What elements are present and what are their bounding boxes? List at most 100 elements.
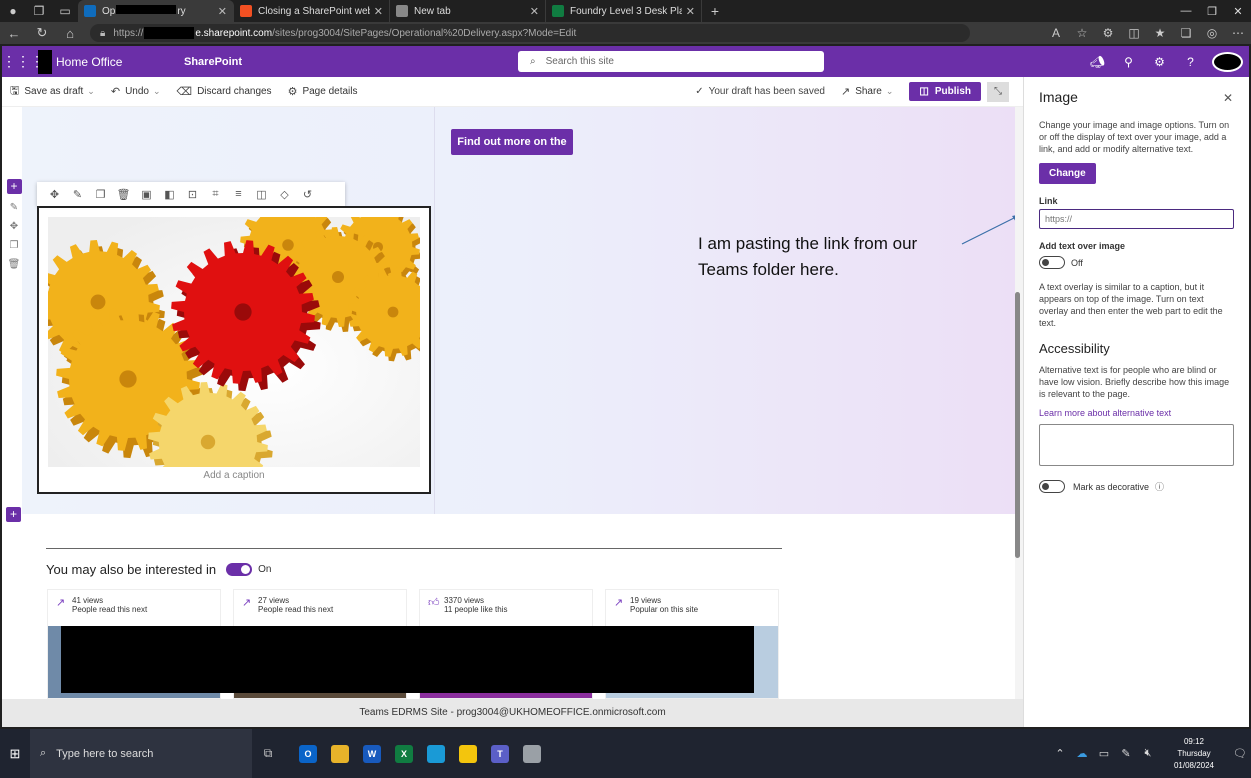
duplicate-section-icon[interactable]: ❐ <box>10 240 19 251</box>
url-field[interactable]: 🔒︎ https:// e.sharepoint.com/sites/prog30… <box>90 24 970 42</box>
more-icon[interactable]: ⋯ <box>1225 26 1251 40</box>
home-icon[interactable]: ⌂ <box>56 26 84 41</box>
close-tab-icon[interactable]: ✕ <box>374 5 383 18</box>
scroll-thumb[interactable] <box>1015 292 1020 558</box>
app-launcher-icon[interactable]: ⋮⋮⋮ <box>2 53 44 70</box>
trending-icon: ↗ <box>242 597 252 609</box>
snipping-app-icon[interactable] <box>516 729 548 778</box>
link-input[interactable] <box>1039 209 1234 229</box>
learn-more-link[interactable]: Learn more about alternative text <box>1039 408 1234 418</box>
split-screen-icon[interactable]: ◫ <box>1121 26 1147 40</box>
profile-icon[interactable]: ● <box>0 0 26 22</box>
save-draft-button[interactable]: 🖫︎ Save as draft ⌄ <box>2 82 103 101</box>
sharepoint-link[interactable]: SharePoint <box>184 56 242 68</box>
read-aloud-icon[interactable]: A <box>1043 26 1069 40</box>
tab-actions-icon[interactable]: ▭ <box>52 0 78 22</box>
close-icon[interactable]: ✕ <box>1223 91 1233 105</box>
copilot-icon[interactable]: ◎ <box>1199 26 1225 40</box>
workspaces-icon[interactable]: ❐ <box>26 0 52 22</box>
avatar[interactable] <box>1212 51 1243 72</box>
org-logo[interactable] <box>38 49 52 74</box>
refresh-icon[interactable]: ↻ <box>28 25 56 41</box>
shapes-icon[interactable]: ◇ <box>273 188 296 201</box>
close-tab-icon[interactable]: ✕ <box>530 5 539 18</box>
close-tab-icon[interactable]: ✕ <box>686 5 695 18</box>
add-section-button[interactable]: + <box>6 507 21 522</box>
align-icon[interactable]: ≡ <box>227 188 250 200</box>
battery-icon[interactable]: ▭ <box>1093 747 1115 760</box>
favorite-star-icon[interactable]: ☆ <box>1069 26 1095 40</box>
alt-text-field[interactable] <box>1039 424 1234 466</box>
close-window-icon[interactable]: ✕ <box>1225 5 1251 18</box>
tab-desk-planner[interactable]: Foundry Level 3 Desk Planner.xls ✕ <box>546 0 702 22</box>
tab-new-tab[interactable]: New tab ✕ <box>390 0 546 22</box>
notifications-icon[interactable]: 🗨︎ <box>1229 747 1251 760</box>
publish-button[interactable]: ◫ Publish <box>909 82 981 101</box>
network-icon[interactable]: ⚲ <box>1113 55 1144 69</box>
org-name[interactable]: Home Office <box>56 55 176 69</box>
chevron-up-icon[interactable]: ⌃ <box>1049 747 1071 760</box>
overlay-toggle[interactable] <box>1039 256 1065 269</box>
image-webpart[interactable]: Add a caption <box>37 206 431 494</box>
delete-icon[interactable]: 🗑︎ <box>112 188 135 201</box>
extensions-icon[interactable]: ⚙ <box>1095 26 1121 40</box>
chevron-down-icon[interactable]: ⌄ <box>153 86 161 97</box>
onedrive-icon[interactable]: ☁ <box>1071 747 1093 760</box>
taskbar-search-input[interactable]: ⌕ Type here to search <box>30 729 252 778</box>
duplicate-icon[interactable]: ❐ <box>89 188 112 201</box>
chevron-down-icon[interactable]: ⌄ <box>87 86 95 97</box>
volume-muted-icon[interactable]: 🔇︎ <box>1137 747 1159 760</box>
word-app-icon[interactable]: W <box>356 729 388 778</box>
back-icon[interactable]: ← <box>0 26 28 41</box>
restore-icon[interactable]: ❐ <box>1199 5 1225 18</box>
image-edit-icon[interactable]: ▣ <box>135 188 158 201</box>
close-tab-icon[interactable]: ✕ <box>218 5 227 18</box>
new-tab-icon[interactable]: + <box>702 3 728 19</box>
edit-pencil-icon[interactable]: ✎ <box>66 188 89 201</box>
page-details-button[interactable]: ⚙ Page details <box>280 85 366 98</box>
edge-app-icon[interactable] <box>420 729 452 778</box>
taskbar-clock[interactable]: 09:12 Thursday 01/08/2024 <box>1159 736 1229 772</box>
tab-closing-sharepoint[interactable]: Closing a SharePoint website do ✕ <box>234 0 390 22</box>
interest-toggle[interactable] <box>226 563 253 576</box>
discard-changes-button[interactable]: ⌫ Discard changes <box>169 85 280 98</box>
share-button[interactable]: ↗ Share ⌄ <box>833 85 901 98</box>
chevron-down-icon[interactable]: ⌄ <box>886 86 894 97</box>
info-icon[interactable]: ⓘ <box>1155 480 1164 493</box>
teams-app-icon[interactable]: T <box>484 729 516 778</box>
decorative-toggle[interactable] <box>1039 480 1065 493</box>
favorites-icon[interactable]: ★ <box>1147 26 1173 40</box>
pen-icon[interactable]: ✎ <box>1115 747 1137 760</box>
tab-operational-delivery[interactable]: Op ry ✕ <box>78 0 234 22</box>
edit-section-icon[interactable]: ✎ <box>10 202 18 213</box>
sticky-notes-app-icon[interactable] <box>452 729 484 778</box>
undo-button[interactable]: ↶ Undo ⌄ <box>103 85 169 98</box>
windows-start-icon[interactable]: ⊞ <box>0 746 30 762</box>
move-section-icon[interactable]: ✥ <box>10 221 18 232</box>
collapse-pane-icon[interactable]: ⤡ <box>987 81 1009 102</box>
help-icon[interactable]: ? <box>1175 55 1206 69</box>
change-image-button[interactable]: Change <box>1039 163 1096 184</box>
rotate-icon[interactable]: ↺ <box>296 188 319 201</box>
announcement-icon[interactable]: 📣︎ <box>1082 55 1113 69</box>
delete-section-icon[interactable]: 🗑︎ <box>8 259 21 270</box>
excel-app-icon[interactable]: X <box>388 729 420 778</box>
image-caption-input[interactable]: Add a caption <box>39 470 429 481</box>
reset-image-icon[interactable]: ◧ <box>158 188 181 201</box>
add-section-button[interactable]: + <box>6 179 22 194</box>
canvas-scrollbar[interactable] <box>1015 107 1023 699</box>
collections-icon[interactable]: ❏ <box>1173 26 1199 40</box>
task-view-icon[interactable]: ⧉ <box>252 729 284 778</box>
crop-icon[interactable]: ⌗ <box>204 188 227 201</box>
resize-icon[interactable]: ⊡ <box>181 188 204 201</box>
aspect-ratio-icon[interactable]: ◫ <box>250 188 273 201</box>
accessibility-heading: Accessibility <box>1039 341 1110 356</box>
move-icon[interactable]: ✥ <box>43 188 66 201</box>
find-out-more-button[interactable]: Find out more on the <box>451 129 573 155</box>
outlook-app-icon[interactable]: O <box>292 729 324 778</box>
site-search-input[interactable]: ⌕ Search this site <box>518 51 824 72</box>
settings-gear-icon[interactable]: ⚙ <box>1144 55 1175 69</box>
minimize-icon[interactable]: — <box>1173 5 1199 18</box>
file-explorer-app-icon[interactable] <box>324 729 356 778</box>
redacted-block <box>61 626 754 693</box>
